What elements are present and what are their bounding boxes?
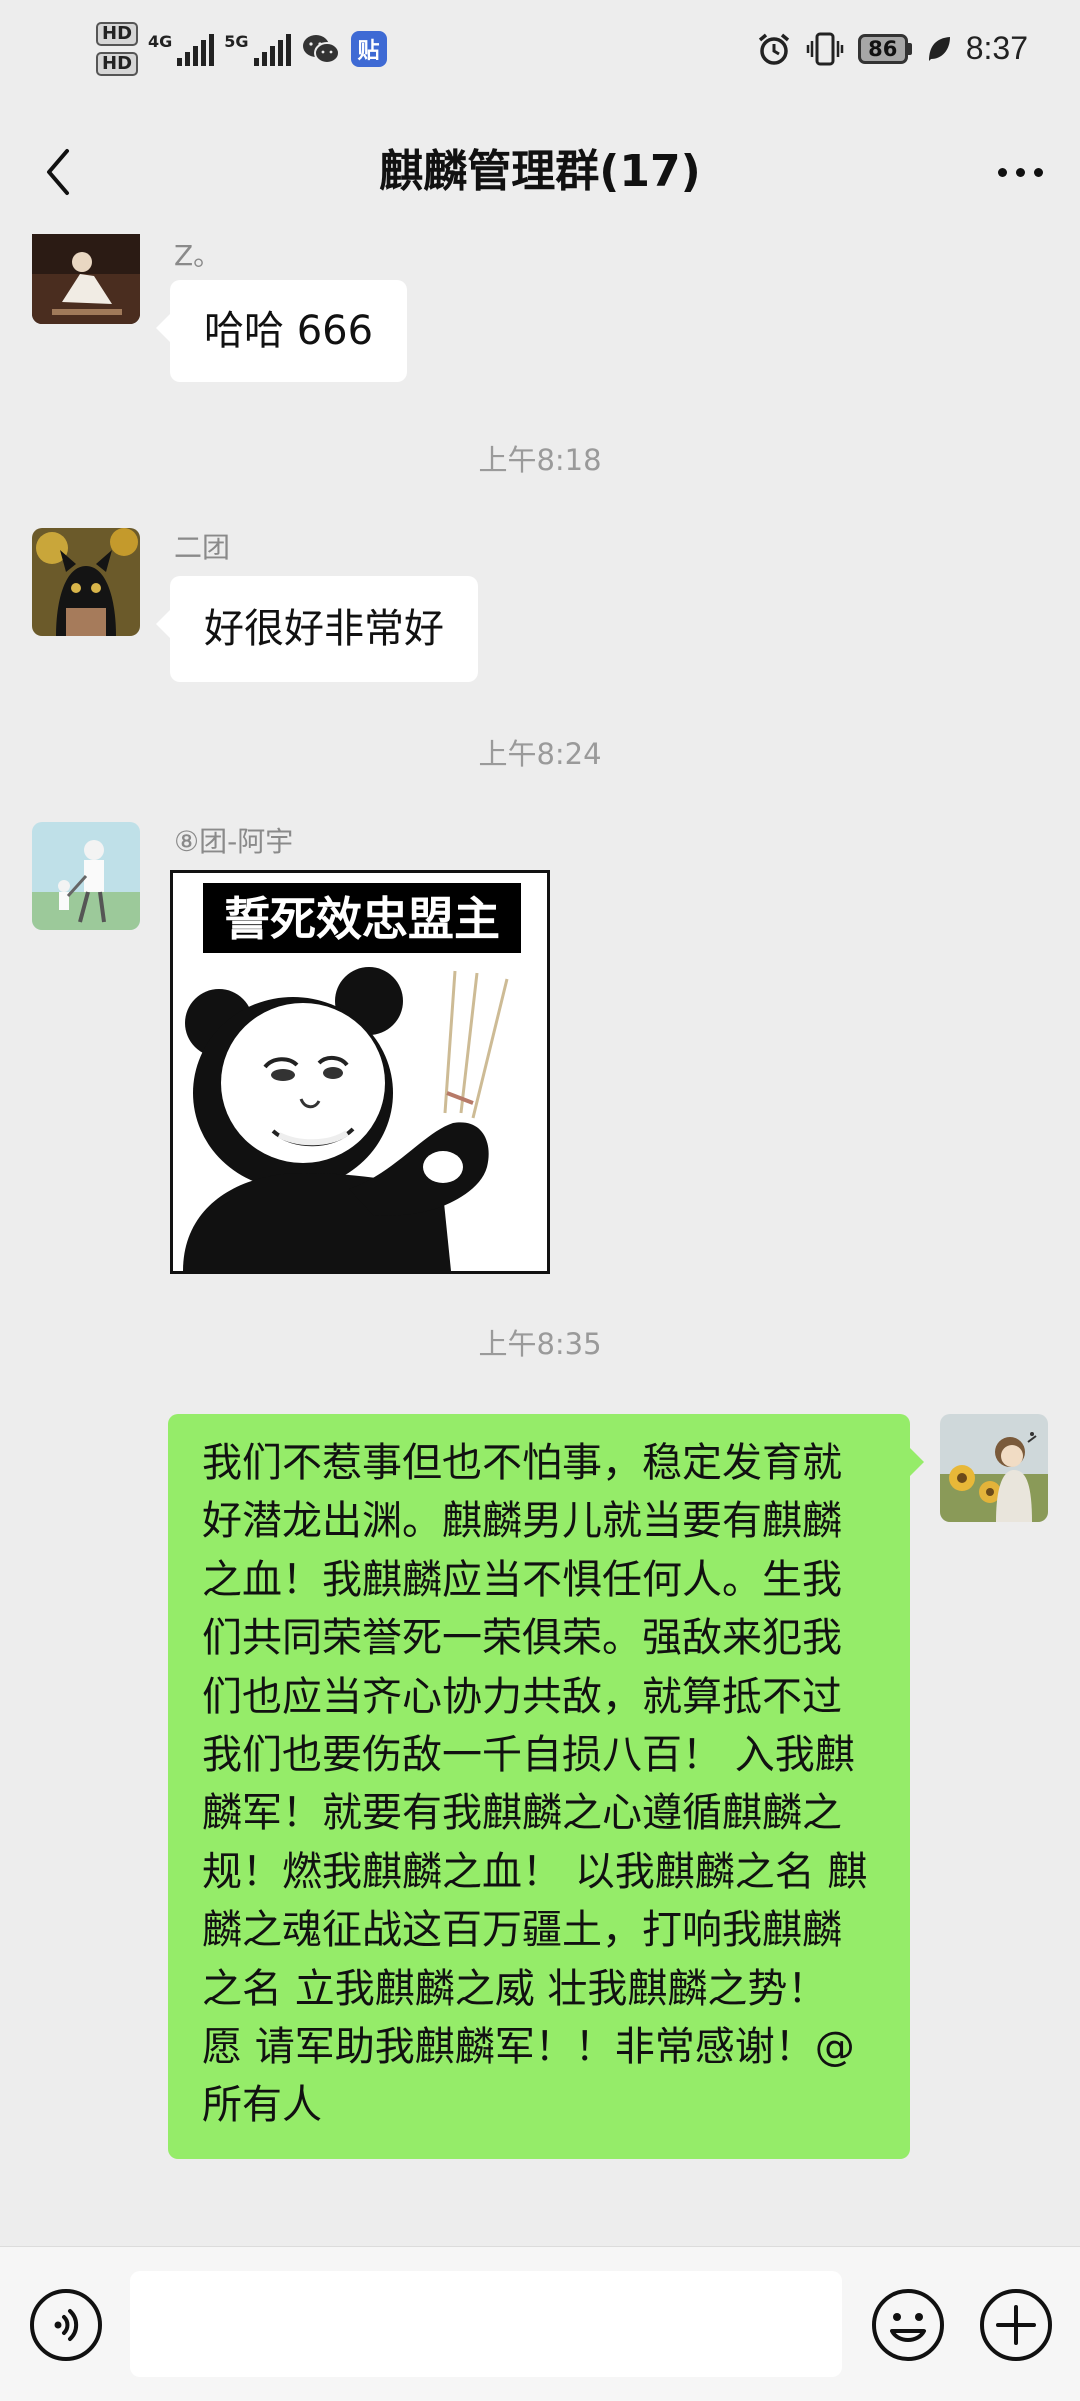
avatar[interactable] [32, 234, 140, 324]
wechat-icon [302, 35, 340, 64]
sender-name: ⑧团-阿宇 [174, 825, 294, 858]
sticker-caption: 誓死效忠盟主 [203, 883, 521, 955]
voice-icon [30, 2289, 102, 2361]
timestamp: 上午8:24 [478, 737, 602, 771]
network-type-label: 5G [224, 32, 249, 51]
signal-5g-icon: 5G [224, 32, 291, 66]
power-saving-leaf-icon [928, 36, 950, 61]
sender-name: 二团 [174, 531, 231, 564]
tieba-app-icon: 贴 [350, 31, 387, 67]
hd-badge: HD [96, 22, 139, 46]
alarm-icon [758, 33, 789, 65]
input-bar [0, 2246, 1080, 2401]
chat-title: 麒麟管理群(17) [379, 146, 701, 197]
network-type-label: 4G [148, 32, 173, 51]
hd-badge: HD [96, 52, 139, 76]
timestamp: 上午8:18 [478, 443, 602, 477]
status-time: 8:37 [965, 30, 1028, 66]
message-bubble[interactable]: 哈哈 666 [155, 280, 408, 382]
plus-icon [980, 2289, 1052, 2361]
avatar[interactable] [32, 528, 140, 636]
more-functions-button[interactable] [978, 2287, 1054, 2363]
message-text: 好很好非常好 [204, 606, 444, 652]
signal-4g-icon: 4G [148, 32, 215, 66]
emoji-icon [872, 2289, 944, 2361]
message-list[interactable]: Z。 哈哈 666 上午8:18 二团 好很好非常好 上午8:24 ⑧团-阿宇 … [0, 234, 1080, 2242]
message-text: 哈哈 666 [204, 308, 374, 354]
more-button[interactable] [988, 144, 1052, 200]
timestamp: 上午8:35 [478, 1327, 602, 1361]
avatar[interactable] [32, 822, 140, 930]
message-text: 我们不惹事但也不怕事，稳定发育就好潜龙出渊。麒麟男儿就当要有麒麟之血！我麒麟应当… [202, 1440, 868, 2129]
avatar-self[interactable] [940, 1414, 1048, 1522]
message-bubble[interactable]: 好很好非常好 [156, 576, 478, 682]
sticker-image[interactable]: 誓死效忠盟主 [170, 870, 550, 1274]
battery-icon: 86 [857, 33, 912, 64]
message-input[interactable] [130, 2271, 842, 2377]
sender-name: Z。 [174, 239, 222, 272]
message-bubble-outgoing[interactable]: 我们不惹事但也不怕事，稳定发育就好潜龙出渊。麒麟男儿就当要有麒麟之血！我麒麟应当… [168, 1414, 924, 2159]
app-badge-label: 贴 [357, 39, 380, 64]
emoji-button[interactable] [870, 2287, 946, 2363]
vibrate-icon [806, 32, 843, 65]
panda-meme-image [173, 953, 547, 1271]
more-dots-icon [997, 167, 1007, 177]
hd-indicators: HD HD [96, 22, 139, 76]
battery-level: 86 [868, 36, 898, 61]
chat-header: 麒麟管理群(17) [0, 110, 1080, 234]
status-right: 86 8:37 [756, 30, 1028, 67]
status-left: HD HD 4G 5G 贴 [96, 22, 387, 76]
status-bar: HD HD 4G 5G 贴 86 8:37 [0, 0, 1080, 110]
voice-button[interactable] [28, 2287, 104, 2363]
